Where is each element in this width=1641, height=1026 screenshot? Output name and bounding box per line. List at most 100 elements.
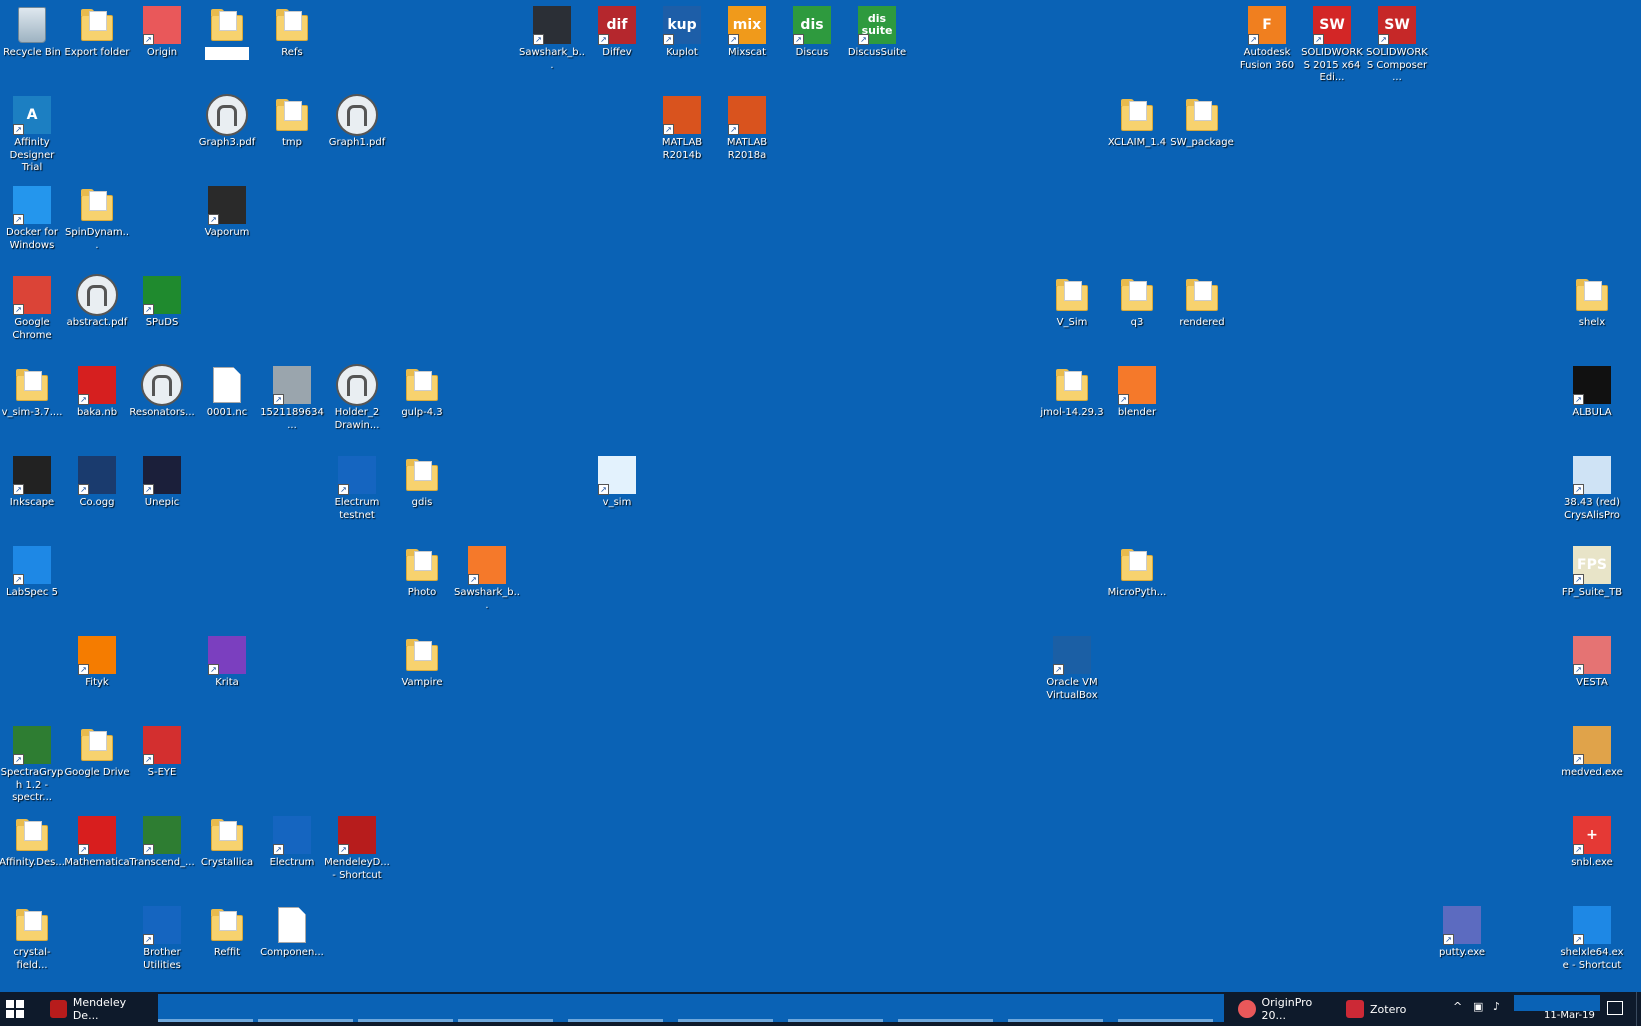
volume-icon[interactable]: ♪ bbox=[1493, 1000, 1500, 1013]
desktop-icon-recycle-bin[interactable]: Recycle Bin bbox=[0, 4, 64, 60]
desktop-icon-google-drive[interactable]: Google Drive bbox=[64, 724, 130, 780]
desktop-icon-spuds[interactable]: ↗ SPuDS bbox=[130, 274, 194, 330]
desktop-icon-affinity-des[interactable]: Affinity.Des... bbox=[0, 814, 65, 870]
shortcut-arrow-icon: ↗ bbox=[78, 664, 89, 675]
desktop-icon-tmp[interactable]: tmp bbox=[260, 94, 324, 150]
taskbar-button-mendeley[interactable]: Mendeley De... bbox=[50, 994, 150, 1024]
desktop-icon-vampire[interactable]: Vampire bbox=[390, 634, 454, 690]
desktop-icon-v-sim-folder[interactable]: V_Sim bbox=[1040, 274, 1104, 330]
desktop-icon-sawshark-2[interactable]: ↗ Sawshark_b... bbox=[454, 544, 520, 612]
desktop-icon-solidworks-2015[interactable]: SW ↗ SOLIDWORKS 2015 x64 Edi... bbox=[1300, 4, 1364, 85]
desktop-icon-label: q3 bbox=[1130, 317, 1144, 328]
desktop-icon-kuplot[interactable]: kup ↗ Kuplot bbox=[650, 4, 714, 60]
desktop-icon-electrum[interactable]: ↗ Electrum bbox=[260, 814, 324, 870]
desktop-icon-virtualbox[interactable]: ↗ Oracle VM VirtualBox bbox=[1040, 634, 1104, 702]
desktop-icon-refs[interactable]: Refs bbox=[260, 4, 324, 60]
desktop-icon-jmol[interactable]: jmol-14.29.3 bbox=[1040, 364, 1104, 420]
desktop-icon-shelx[interactable]: shelx bbox=[1560, 274, 1624, 330]
shortcut-arrow-icon: ↗ bbox=[78, 394, 89, 405]
desktop-icon-micropyth[interactable]: MicroPyth... bbox=[1105, 544, 1169, 600]
desktop-icon-google-chrome[interactable]: ↗ Google Chrome bbox=[0, 274, 64, 342]
notification-icon[interactable] bbox=[1607, 1001, 1623, 1015]
desktop-icon-shelxle[interactable]: ↗ shelxle64.exe - Shortcut bbox=[1560, 904, 1624, 972]
desktop-icon-affinity-designer-trial[interactable]: A ↗ Affinity Designer Trial bbox=[0, 94, 64, 175]
shortcut-arrow-icon: ↗ bbox=[663, 34, 674, 45]
desktop-icon-fityk[interactable]: ↗ Fityk bbox=[65, 634, 129, 690]
desktop-icon-export-folder[interactable]: Export folder bbox=[65, 4, 129, 60]
desktop-icon-q3[interactable]: q3 bbox=[1105, 274, 1169, 330]
desktop-icon-matlab-2018a[interactable]: ↗ MATLAB R2018a bbox=[715, 94, 779, 162]
desktop-icon-sw-package[interactable]: SW_package bbox=[1170, 94, 1234, 150]
desktop-icon-reffit[interactable]: Reffit bbox=[195, 904, 259, 960]
desktop-icon-medved[interactable]: ↗ medved.exe bbox=[1560, 724, 1624, 780]
desktop-icon-graph3[interactable]: Graph3.pdf bbox=[195, 94, 259, 150]
desktop-icon-baka-nb[interactable]: ↗ baka.nb bbox=[65, 364, 129, 420]
desktop-icon-v-sim-37[interactable]: v_sim-3.7.... bbox=[0, 364, 64, 420]
desktop-icon-spindynam[interactable]: SpinDynam... bbox=[65, 184, 129, 252]
desktop-icon-componen[interactable]: Componen... bbox=[260, 904, 324, 960]
desktop-icon-solidworks-composer[interactable]: SW ↗ SOLIDWORKS Composer ... bbox=[1365, 4, 1429, 85]
desktop-icon-mixscat[interactable]: mix ↗ Mixscat bbox=[715, 4, 779, 60]
desktop-icon-matlab-2014b[interactable]: ↗ MATLAB R2014b bbox=[650, 94, 714, 162]
abstract-pdf-icon bbox=[76, 274, 118, 316]
desktop-icon-putty[interactable]: ↗ putty.exe bbox=[1430, 904, 1494, 960]
shortcut-arrow-icon: ↗ bbox=[1573, 394, 1584, 405]
desktop-icon-graph1[interactable]: Graph1.pdf bbox=[325, 94, 389, 150]
desktop-icon-crysalis[interactable]: ↗ 38.43 (red) CrysAlisPro bbox=[1560, 454, 1624, 522]
desktop-icon-diffev[interactable]: dif ↗ Diffev bbox=[585, 4, 649, 60]
desktop-icon-s-eye[interactable]: ↗ S-EYE bbox=[130, 724, 194, 780]
desktop-icon-xclaim[interactable]: XCLAIM_1.4 bbox=[1105, 94, 1169, 150]
desktop-icon-discus[interactable]: dis ↗ Discus bbox=[780, 4, 844, 60]
matlab-2018a-icon: ↗ bbox=[726, 94, 768, 136]
shortcut-arrow-icon: ↗ bbox=[1573, 574, 1584, 585]
desktop-icon-img-1521[interactable]: ↗ 1521189634... bbox=[260, 364, 324, 432]
rendered-icon bbox=[1181, 274, 1223, 316]
show-desktop-button[interactable] bbox=[1636, 992, 1641, 1026]
affinity-designer-trial-icon: A ↗ bbox=[11, 94, 53, 136]
desktop-icon-inkscape[interactable]: ↗ Inkscape bbox=[0, 454, 64, 510]
desktop-icon-mathematica[interactable]: ↗ Mathematica bbox=[64, 814, 130, 870]
desktop-icon-krita[interactable]: ↗ Krita bbox=[195, 634, 259, 690]
discussuite-icon: dis suite ↗ bbox=[856, 4, 898, 46]
desktop-icon-blender[interactable]: ↗ blender bbox=[1105, 364, 1169, 420]
desktop-icon-vesta[interactable]: ↗ VESTA bbox=[1560, 634, 1624, 690]
desktop-icon-transcend[interactable]: ↗ Transcend_... bbox=[129, 814, 195, 870]
desktop-icon-albula[interactable]: ↗ ALBULA bbox=[1560, 364, 1624, 420]
desktop-icon-autodesk-fusion[interactable]: F ↗ Autodesk Fusion 360 bbox=[1235, 4, 1299, 72]
tray-chevron-icon[interactable]: ^ bbox=[1453, 1000, 1462, 1013]
desktop-icon-holder2[interactable]: Holder_2 Drawin... bbox=[325, 364, 389, 432]
desktop-icon-unnamed-folder[interactable] bbox=[195, 4, 259, 60]
desktop-icon-origin[interactable]: ↗ Origin bbox=[130, 4, 194, 60]
desktop-icon-snbl[interactable]: + ↗ snbl.exe bbox=[1560, 814, 1624, 870]
desktop-icon-vaporum[interactable]: ↗ Vaporum bbox=[195, 184, 259, 240]
taskbar-button-originpro[interactable]: OriginPro 20... bbox=[1238, 994, 1338, 1024]
desktop-icon-v-sim-app[interactable]: ↗ v_sim bbox=[585, 454, 649, 510]
desktop-icon-mendeley-shortcut[interactable]: ↗ MendeleyD... - Shortcut bbox=[324, 814, 390, 882]
desktop-icon-gdis[interactable]: gdis bbox=[390, 454, 454, 510]
desktop-icon-sawshark-1[interactable]: ↗ Sawshark_b... bbox=[519, 4, 585, 72]
desktop-icon-electrum-testnet[interactable]: ↗ Electrum testnet bbox=[325, 454, 389, 522]
desktop-icon-file-0001[interactable]: 0001.nc bbox=[195, 364, 259, 420]
taskbar-button-zotero[interactable]: Zotero bbox=[1346, 994, 1436, 1024]
desktop-icon-labspec[interactable]: ↗ LabSpec 5 bbox=[0, 544, 64, 600]
unnamed-folder-icon bbox=[206, 4, 248, 46]
desktop-icon-rendered[interactable]: rendered bbox=[1170, 274, 1234, 330]
desktop-icon-brother[interactable]: ↗ Brother Utilities bbox=[130, 904, 194, 972]
desktop-icon-photo[interactable]: Photo bbox=[390, 544, 454, 600]
desktop-icon-docker[interactable]: ↗ Docker for Windows bbox=[0, 184, 64, 252]
desktop-icon-abstract-pdf[interactable]: abstract.pdf bbox=[65, 274, 129, 330]
network-icon[interactable]: ▣ bbox=[1473, 1000, 1483, 1013]
desktop-icon-gulp[interactable]: gulp-4.3 bbox=[390, 364, 454, 420]
desktop-icon-unepic[interactable]: ↗ Unepic bbox=[130, 454, 194, 510]
desktop-icon-spectragryph[interactable]: ↗ SpectraGryph 1.2 - spectr... bbox=[0, 724, 64, 805]
unepic-icon: ↗ bbox=[141, 454, 183, 496]
gdis-icon bbox=[401, 454, 443, 496]
desktop-icon-crystallica[interactable]: Crystallica bbox=[195, 814, 259, 870]
start-button[interactable] bbox=[6, 1000, 24, 1018]
desktop-icon-fp-suite[interactable]: FPS ↗ FP_Suite_TB bbox=[1560, 544, 1624, 600]
desktop-icon-discussuite[interactable]: dis suite ↗ DiscusSuite bbox=[845, 4, 909, 60]
desktop-icon-co-ogg[interactable]: ↗ Co.ogg bbox=[65, 454, 129, 510]
desktop-icon-crystal-field[interactable]: crystal-field... bbox=[0, 904, 64, 972]
clock[interactable]: 11-Mar-19 bbox=[1544, 1010, 1595, 1021]
desktop-icon-resonators[interactable]: Resonators... bbox=[129, 364, 195, 420]
